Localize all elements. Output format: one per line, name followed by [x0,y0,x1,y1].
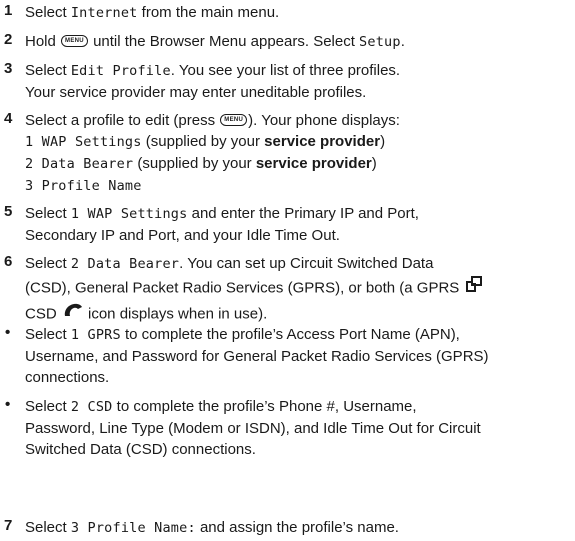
step-text-part: Select [25,62,71,79]
step-text-part: Select [25,519,71,536]
step-text-part: (supplied by your [133,155,256,172]
emphasis: service provider [264,133,381,150]
instructions-page: 1 Select Internet from the main menu. 2 … [0,0,575,541]
screen-text: 1 GPRS [70,327,121,343]
screen-text: 3 Profile Name: [70,520,196,536]
step-text: Select 3 Profile Name: and assign the pr… [25,517,573,539]
step-number: 5 [4,203,13,220]
screen-option-1: 1 WAP Settings [25,134,142,150]
step-text-part: until the Browser Menu appears. Select [88,33,360,50]
step-text: Select 1 WAP Settings and enter the Prim… [25,203,573,246]
step-number: 1 [4,2,13,19]
step-text-part: Password, Line Type (Modem or ISDN), and… [25,420,481,437]
step-text-part: Select [25,398,71,415]
step-text-part: to complete the profile’s Access Port Na… [120,326,460,343]
screen-text: 2 Data Bearer [70,256,180,272]
step-text-part: (CSD), General Packet Radio Services (GP… [25,279,464,297]
step-number: 4 [4,110,13,127]
step-text: Select a profile to edit (press MENU). Y… [25,110,573,197]
step-text-part: Select [25,255,71,272]
step-text-part: (supplied by your [141,133,265,150]
step-text-part: Username, and Password for General Packe… [25,348,489,365]
step-text-part: to complete the profile’s Phone #, Usern… [112,398,417,415]
step-text-part: Your service provider may enter uneditab… [25,84,367,101]
step-text-part: . You see your list of three profiles. [170,62,401,79]
step-text-part: Hold [25,33,61,50]
emphasis: service provider [255,155,372,172]
step-text: Select 2 CSD to complete the profile’s P… [25,396,573,460]
step-text-part: and enter the Primary IP and Port, [187,205,419,222]
screen-text: 2 CSD [70,399,113,415]
step-text-part: Switched Data (CSD) connections. [25,441,256,458]
screen-option-2: 2 Data Bearer [25,156,134,172]
bullet-marker: • [5,396,11,413]
menu-key-icon: MENU [220,114,248,127]
bullet-marker: • [5,324,11,341]
step-text-part: . You can set up Circuit Switched Data [179,255,434,272]
screen-text: Edit Profile [70,63,171,79]
screen-text: Internet [70,5,138,21]
step-text: Select 2 Data Bearer. You can set up Cir… [25,253,573,327]
step-text-part: ) [380,133,386,150]
step-text: Select Internet from the main menu. [25,2,573,24]
screen-text: Setup [359,34,401,50]
step-text: Hold MENU until the Browser Menu appears… [25,31,573,53]
step-text-part: Select [25,4,71,21]
step-text-part: from the main menu. [137,4,280,21]
step-text: Select 1 GPRS to complete the profile’s … [25,324,573,388]
screen-option-3: 3 Profile Name [25,178,142,194]
step-text-part: and assign the profile’s name. [195,519,399,536]
screen-text: 1 WAP Settings [70,206,188,222]
step-text-part: Select [25,326,71,343]
step-text-part: ). Your phone displays: [248,112,400,129]
step-text-part: ) [371,155,377,172]
step-number: 7 [4,517,13,534]
menu-key-icon: MENU [61,35,88,48]
step-text-part: Select [25,205,71,222]
step-text: Select Edit Profile. You see your list o… [25,60,573,103]
step-text-part: . [400,33,405,50]
step-text-part: CSD [25,305,61,323]
step-number: 6 [4,253,13,270]
step-text-part: connections. [25,369,110,386]
step-text-part: icon displays when in use). [83,305,268,323]
gprs-icon [465,275,483,299]
step-text-part: Select a profile to edit (press [25,112,220,129]
step-number: 3 [4,60,13,77]
csd-icon [63,302,83,324]
step-number: 2 [4,31,13,48]
step-text-part: Secondary IP and Port, and your Idle Tim… [25,227,340,244]
